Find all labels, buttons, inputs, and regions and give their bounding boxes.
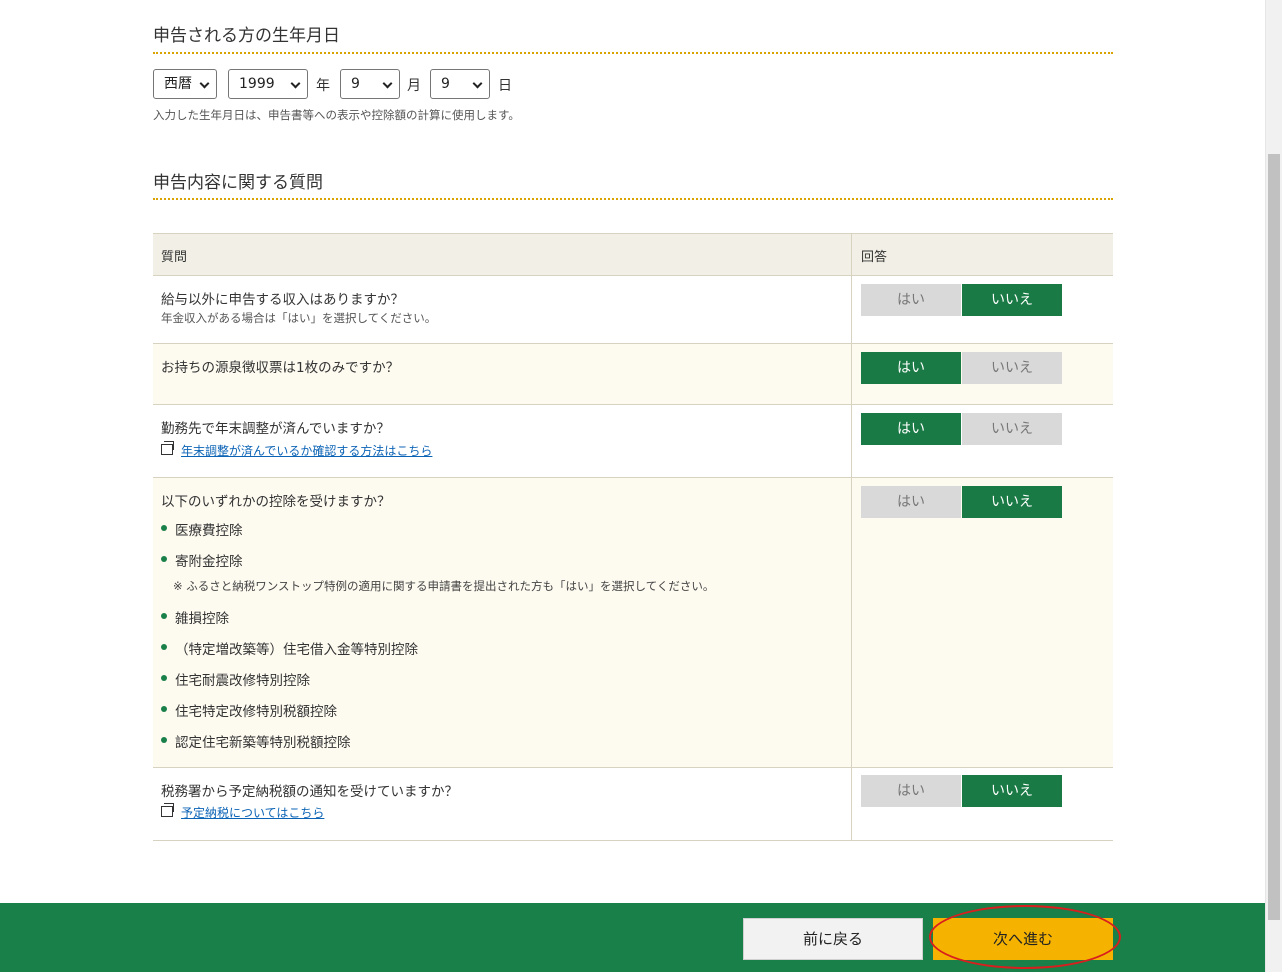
list-item: 寄附金控除	[161, 550, 243, 570]
furusato-note: ※ ふるさと納税ワンストップ特例の適用に関する申請書を提出された方も「はい」を選…	[173, 579, 715, 593]
external-window-icon	[161, 441, 174, 455]
year-unit-label: 年	[316, 78, 330, 94]
yes-button[interactable]: はい	[861, 352, 961, 384]
list-item: 住宅特定改修特別税額控除	[161, 700, 337, 720]
chevron-down-icon	[472, 78, 483, 89]
bullet-icon	[161, 525, 167, 531]
day-select-value: 9	[441, 76, 450, 92]
question-row-year-end-adjustment: 勤務先で年末調整が済んでいますか？ 年末調整が済んでいるか確認する方法はこちら …	[153, 405, 1113, 478]
chevron-down-icon	[382, 78, 393, 89]
table-header: 質問 回答	[153, 234, 1113, 276]
question-text: 以下のいずれかの控除を受けますか？	[161, 494, 391, 510]
yes-button[interactable]: はい	[861, 775, 961, 807]
question-row-deductions: 以下のいずれかの控除を受けますか？ 医療費控除 寄附金控除 ※ ふるさと納税ワン…	[153, 478, 1113, 768]
list-item: 認定住宅新築等特別税額控除	[161, 731, 351, 751]
header-question: 質問	[161, 250, 188, 265]
day-unit-label: 日	[498, 78, 512, 94]
year-end-adjustment-link[interactable]: 年末調整が済んでいるか確認する方法はこちら	[161, 441, 433, 459]
bullet-text: 医療費控除	[175, 523, 243, 539]
bullet-text: 寄附金控除	[175, 554, 243, 570]
no-button[interactable]: いいえ	[962, 413, 1062, 445]
scrollbar-thumb[interactable]	[1268, 154, 1280, 920]
bullet-text: 認定住宅新築等特別税額控除	[175, 735, 351, 751]
link-text: 年末調整が済んでいるか確認する方法はこちら	[181, 444, 433, 458]
answer-toggle: はい いいえ	[861, 284, 1062, 316]
column-divider	[851, 276, 852, 343]
questions-table: 質問 回答 給与以外に申告する収入はありますか？ 年金収入がある場合は「はい」を…	[153, 233, 1113, 841]
question-row-withholding-slip: お持ちの源泉徴収票は1枚のみですか？ はい いいえ	[153, 344, 1113, 405]
yes-button[interactable]: はい	[861, 413, 961, 445]
vertical-scrollbar[interactable]	[1265, 0, 1282, 972]
bullet-icon	[161, 644, 167, 650]
list-item: 雑損控除	[161, 607, 229, 627]
list-item: （特定増改築等）住宅借入金等特別控除	[161, 638, 418, 658]
bullet-text: 住宅特定改修特別税額控除	[175, 704, 337, 720]
no-button[interactable]: いいえ	[962, 352, 1062, 384]
question-text: 勤務先で年末調整が済んでいますか？	[161, 421, 390, 437]
question-row-other-income: 給与以外に申告する収入はありますか？ 年金収入がある場合は「はい」を選択してくだ…	[153, 276, 1113, 344]
answer-toggle: はい いいえ	[861, 775, 1062, 807]
question-row-estimated-tax: 税務署から予定納税額の通知を受けていますか？ 予定納税についてはこちら はい い…	[153, 768, 1113, 841]
no-button[interactable]: いいえ	[962, 775, 1062, 807]
birthdate-section-title: 申告される方の生年月日	[153, 26, 340, 46]
list-item: 医療費控除	[161, 519, 243, 539]
section-divider	[153, 198, 1113, 200]
bullet-icon	[161, 675, 167, 681]
answer-toggle: はい いいえ	[861, 413, 1062, 445]
bullet-icon	[161, 613, 167, 619]
no-button[interactable]: いいえ	[962, 284, 1062, 316]
external-window-icon	[161, 803, 174, 817]
question-text: 税務署から予定納税額の通知を受けていますか？	[161, 784, 458, 800]
era-select-value: 西暦	[164, 76, 192, 92]
question-text: お持ちの源泉徴収票は1枚のみですか？	[161, 360, 400, 376]
column-divider	[851, 768, 852, 840]
month-unit-label: 月	[407, 78, 421, 94]
link-text: 予定納税についてはこちら	[181, 806, 325, 820]
answer-toggle: はい いいえ	[861, 352, 1062, 384]
bullet-icon	[161, 706, 167, 712]
bullet-icon	[161, 737, 167, 743]
column-divider	[851, 405, 852, 477]
column-divider	[851, 344, 852, 404]
chevron-down-icon	[290, 78, 301, 89]
bullet-icon	[161, 556, 167, 562]
year-select-value: 1999	[239, 76, 275, 92]
column-divider	[851, 234, 852, 275]
yes-button[interactable]: はい	[861, 486, 961, 518]
list-item: 住宅耐震改修特別控除	[161, 669, 310, 689]
month-select-value: 9	[351, 76, 360, 92]
section-divider	[153, 52, 1113, 54]
birthdate-hint: 入力した生年月日は、申告書等への表示や控除額の計算に使用します。	[153, 108, 520, 122]
back-button[interactable]: 前に戻る	[743, 918, 923, 960]
header-answer: 回答	[861, 250, 888, 265]
bullet-text: （特定増改築等）住宅借入金等特別控除	[175, 642, 418, 658]
questions-section-title: 申告内容に関する質問	[153, 173, 323, 193]
estimated-tax-link[interactable]: 予定納税についてはこちら	[161, 803, 325, 821]
no-button[interactable]: いいえ	[962, 486, 1062, 518]
month-select[interactable]: 9	[340, 69, 400, 99]
question-subtext: 年金収入がある場合は「はい」を選択してください。	[161, 311, 437, 325]
chevron-down-icon	[199, 78, 210, 89]
column-divider	[851, 478, 852, 767]
era-select[interactable]: 西暦	[153, 69, 217, 99]
answer-toggle: はい いいえ	[861, 486, 1062, 518]
bullet-text: 雑損控除	[175, 611, 229, 627]
year-select[interactable]: 1999	[228, 69, 308, 99]
day-select[interactable]: 9	[430, 69, 490, 99]
yes-button[interactable]: はい	[861, 284, 961, 316]
highlight-annotation	[929, 905, 1121, 969]
bullet-text: 住宅耐震改修特別控除	[175, 673, 310, 689]
question-text: 給与以外に申告する収入はありますか？	[161, 292, 404, 308]
